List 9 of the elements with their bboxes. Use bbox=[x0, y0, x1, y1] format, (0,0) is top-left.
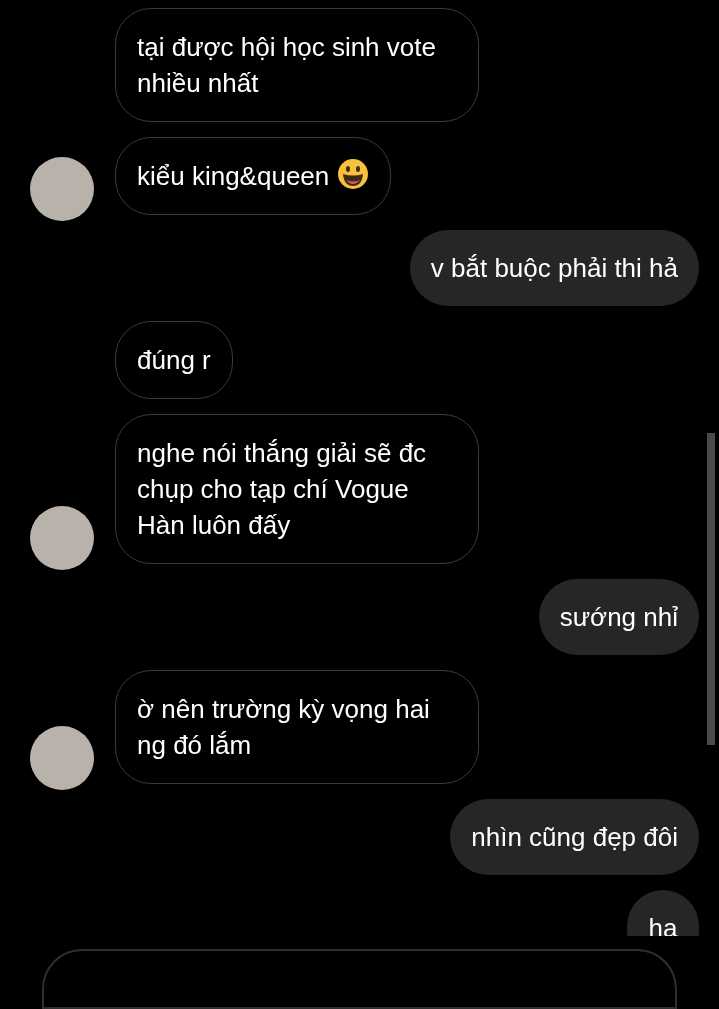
received-message-bubble: nghe nói thắng giải sẽ đc chụp cho tạp chí Vogue Hàn luôn đấy bbox=[115, 414, 479, 564]
received-message-bubble: tại được hội học sinh vote nhiều nhất bbox=[115, 8, 479, 122]
message-input-field[interactable] bbox=[42, 949, 677, 1009]
received-message-bubble: đúng r bbox=[115, 321, 233, 399]
sent-message-bubble: v bắt buộc phải thi hả bbox=[409, 230, 699, 306]
sent-message-bubble: nhìn cũng đẹp đôi bbox=[450, 799, 699, 875]
received-message-bubble: ờ nên trường kỳ vọng hai ng đó lắm bbox=[115, 670, 479, 784]
sent-message-bubble: sướng nhỉ bbox=[538, 579, 699, 655]
received-message-bubble: kiểu king&queen bbox=[115, 137, 392, 215]
